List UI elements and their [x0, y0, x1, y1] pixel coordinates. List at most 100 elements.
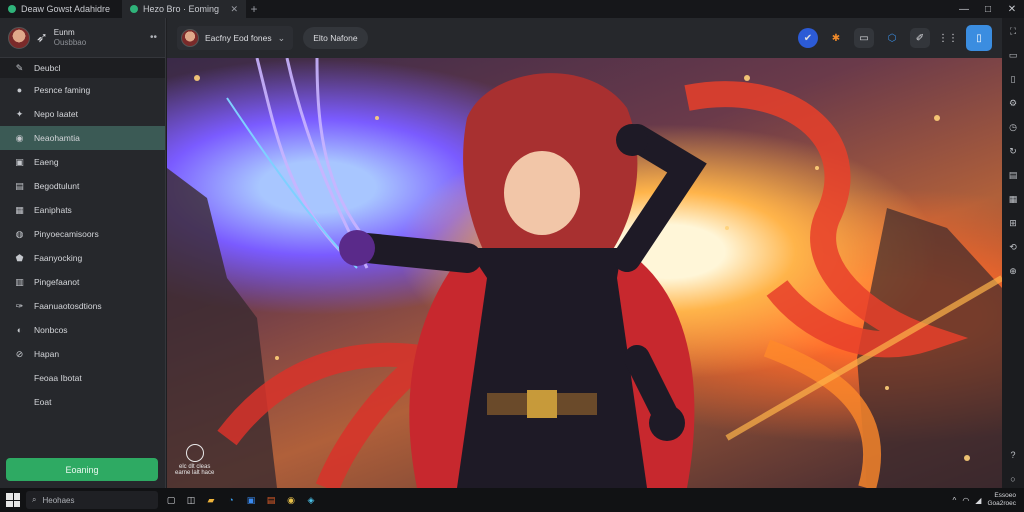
phone-icon[interactable]: ▯ [966, 25, 992, 51]
image-icon: ▥ [15, 276, 24, 287]
sidebar-item-3[interactable]: ◉ Neaohamtia [0, 126, 165, 150]
sidebar-item-label: Faanuaotosdtions [34, 301, 102, 311]
avatar [181, 29, 199, 47]
pen-icon: ✑ [15, 300, 24, 311]
file-explorer-icon[interactable]: ▰ [204, 493, 218, 507]
badge-icon: ▣ [15, 156, 24, 167]
grid-icon[interactable]: ▦ [1006, 190, 1020, 208]
sidebar-item-label: Neaohamtia [34, 133, 80, 143]
store-icon[interactable]: ▣ [244, 493, 258, 507]
sidebar-item-6[interactable]: ▦ Eaniphats [0, 198, 165, 222]
sidebar-item-label: Eoat [34, 397, 52, 407]
right-rail: ⛶ ▭ ▯ ⚙ ◷ ↻ ▤ ▦ ⊞ ⟲ ⊕ ? ○ [1002, 18, 1024, 488]
artwork-illustration [167, 58, 1002, 488]
task-view-icon[interactable]: ▢ [164, 493, 178, 507]
sidebar-item-8[interactable]: ⬟ Faanyocking [0, 246, 165, 270]
circle-icon[interactable]: ○ [1006, 470, 1020, 488]
game-icon: ✦ [15, 108, 24, 119]
volume-icon[interactable]: ◢ [975, 496, 981, 505]
taskbar-search[interactable]: ⌕ Heohaes [26, 491, 158, 509]
help-icon[interactable]: ? [1006, 446, 1020, 464]
app-icon-blue[interactable]: ◈ [304, 493, 318, 507]
clock-icon[interactable]: ◷ [1006, 118, 1020, 136]
tab-2[interactable]: Hezo Bro · Eoming ✕ [122, 0, 246, 18]
windows-start-icon[interactable] [6, 493, 20, 507]
sidebar-item-11[interactable]: ◐ Nonbcos [0, 318, 165, 342]
watermark-line-2: earne lalt hace [175, 470, 215, 476]
filter-pill[interactable]: Elto Nafone [303, 27, 368, 49]
sidebar-item-label: Faanyocking [34, 253, 83, 263]
watermark: elc dlt cleas earne lalt hace [175, 444, 214, 476]
app-icon-orange[interactable]: ▤ [264, 493, 278, 507]
close-button[interactable]: ✕ [1000, 0, 1024, 18]
profile-name: Eunm [53, 27, 75, 37]
sidebar-item-13[interactable]: Feoaa Ibotat [0, 366, 165, 390]
sidebar-item-2[interactable]: ✦ Nepo Iaatet [0, 102, 165, 126]
chrome-icon[interactable]: ◉ [284, 493, 298, 507]
shield-icon: ⬟ [15, 252, 24, 263]
new-tab-icon[interactable]: + [246, 2, 262, 16]
shield-check-icon[interactable]: ✔ [798, 28, 818, 48]
artwork-canvas: elc dlt cleas earne lalt hace [167, 58, 1002, 488]
taskbar: ⌕ Heohaes ▢ ◫ ▰ ◔ ▣ ▤ ◉ ◈ ^ ◠ ◢ Essoeo G… [0, 488, 1024, 512]
chevron-up-icon[interactable]: ^ [953, 496, 957, 505]
globe-icon: ◐ [16, 325, 23, 335]
clock[interactable]: Essoeo Goa2roec [987, 492, 1016, 508]
wrench-icon: ✎ [15, 62, 24, 73]
app-icon [8, 5, 16, 13]
folder-icon: ▤ [15, 180, 24, 191]
blank-icon [14, 373, 25, 384]
pin-icon[interactable]: ⊞ [1006, 214, 1020, 232]
sidebar-item-label: Nepo Iaatet [34, 109, 78, 119]
list-icon[interactable]: ▭ [1006, 46, 1020, 64]
sidebar-item-4[interactable]: ▣ Eaeng [0, 150, 165, 174]
link-icon: ⊘ [15, 348, 24, 359]
sidebar-item-label: Eaeng [34, 157, 59, 167]
sidebar-item-0[interactable]: ✎ Deubcl [0, 58, 165, 78]
sidebar-item-1[interactable]: ● Pesnce faming [0, 78, 165, 102]
search-placeholder: Heohaes [42, 495, 75, 505]
sidebar-item-label: Begodtulunt [34, 181, 80, 191]
maximize-button[interactable]: □ [976, 0, 1000, 18]
tab-close-icon[interactable]: ✕ [230, 4, 238, 15]
widgets-icon[interactable]: ◫ [184, 493, 198, 507]
history-icon[interactable]: ↻ [1006, 142, 1020, 160]
app-icon [130, 5, 138, 13]
chat-icon: ◍ [15, 228, 24, 239]
sidebar-item-5[interactable]: ▤ Begodtulunt [0, 174, 165, 198]
settings-icon[interactable]: ⚙ [1006, 94, 1020, 112]
sidebar-item-14[interactable]: Eoat [0, 390, 165, 414]
expand-icon[interactable]: ⛶ [1006, 22, 1020, 40]
tab-1[interactable]: Deaw Gowst Adahidre [0, 0, 122, 18]
profile-selector[interactable]: Eacfny Eod fones ⌄ [177, 26, 294, 50]
sidebar-item-label: Feoaa Ibotat [34, 373, 82, 383]
network-icon[interactable]: ◠ [962, 496, 969, 505]
profile-header[interactable]: ➶ Eunm Ousbbao •• [0, 18, 165, 58]
bookmark-icon[interactable]: ▯ [1006, 70, 1020, 88]
clock-time: Essoeo [994, 492, 1016, 499]
blank-icon [14, 397, 25, 408]
system-tray: ^ ◠ ◢ Essoeo Goa2roec [953, 492, 1024, 508]
avatar[interactable] [8, 26, 30, 49]
sidebar-item-10[interactable]: ✑ Faanuaotosdtions [0, 294, 165, 318]
refresh-icon[interactable]: ⟲ [1006, 238, 1020, 256]
primary-cta-button[interactable]: Eoaning [6, 458, 158, 481]
layers-icon[interactable]: ▤ [1006, 166, 1020, 184]
tab-1-label: Deaw Gowst Adahidre [21, 4, 111, 14]
edge-icon[interactable]: ◔ [224, 493, 238, 507]
badge-blue-icon[interactable]: ⬡ [882, 28, 902, 48]
more-icon[interactable]: •• [150, 32, 157, 43]
apps-icon[interactable]: ⋮⋮ [938, 28, 958, 48]
sidebar-item-7[interactable]: ◍ Pinyoecamisoors [0, 222, 165, 246]
sidebar-item-label: Pingefaanot [34, 277, 80, 287]
sidebar-item-label: Nonbcos [34, 325, 68, 335]
add-icon[interactable]: ⊕ [1006, 262, 1020, 280]
bird-icon: ➶ [36, 29, 48, 45]
camera-icon[interactable]: ▭ [854, 28, 874, 48]
edit-icon[interactable]: ✐ [910, 28, 930, 48]
sidebar-item-9[interactable]: ▥ Pingefaanot [0, 270, 165, 294]
minimize-button[interactable]: — [952, 0, 976, 18]
sparkle-icon[interactable]: ✱ [826, 28, 846, 48]
search-icon: ⌕ [32, 495, 37, 504]
sidebar-item-12[interactable]: ⊘ Hapan [0, 342, 165, 366]
